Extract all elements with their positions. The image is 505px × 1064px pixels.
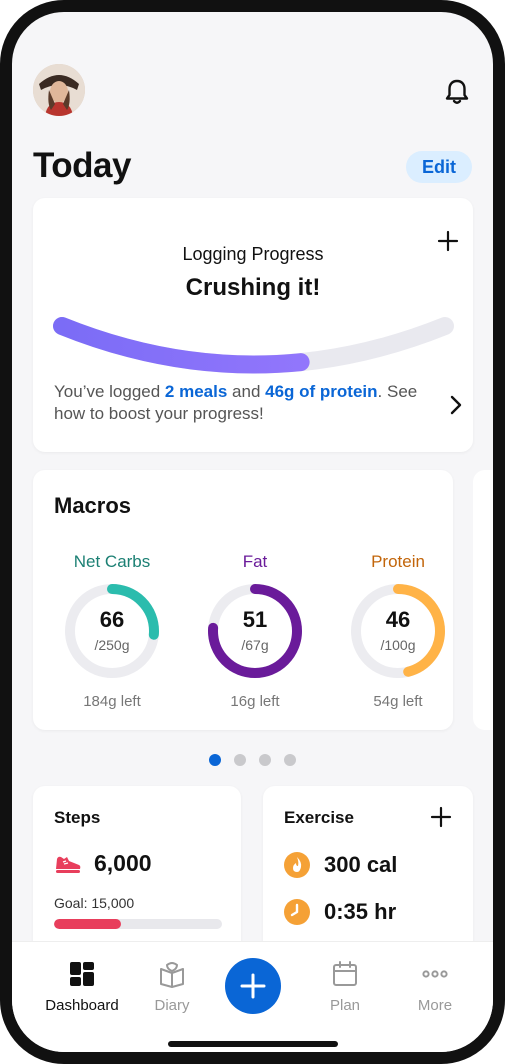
sneaker-icon [56, 856, 81, 873]
macros-card[interactable]: Macros Net Carbs 66/250g 184g left Fat 51/67… [33, 470, 453, 730]
chevron-right-icon[interactable] [447, 394, 465, 416]
logging-progress-arc [53, 317, 454, 374]
macro-name: Fat [242, 552, 268, 571]
steps-card[interactable]: Steps 6,000 Goal: 15,000 [33, 786, 241, 956]
add-exercise-icon[interactable] [430, 806, 452, 828]
macro-item[interactable]: Fat 51/67g 16g left [195, 552, 315, 710]
pager-dot[interactable] [234, 754, 246, 766]
plus-icon [240, 973, 266, 999]
logging-progress-card[interactable]: Logging Progress Crushing it! You’ve log… [33, 198, 473, 452]
add-button[interactable] [225, 958, 281, 1014]
clock-icon [284, 899, 310, 925]
exercise-title: Exercise [284, 808, 354, 827]
avatar[interactable] [33, 64, 85, 116]
tab-diary[interactable]: Diary [127, 960, 217, 1014]
dashboard-icon [70, 962, 94, 986]
macro-item[interactable]: Protein 46/100g 54g left [338, 552, 458, 710]
macro-goal: /100g [380, 637, 416, 653]
pager-dot[interactable] [259, 754, 271, 766]
tab-label: Diary [154, 997, 190, 1014]
macro-remaining: 16g left [230, 693, 280, 710]
steps-progress-bar [54, 919, 222, 929]
exercise-duration-row: 0:35 hr [284, 899, 396, 925]
logging-progress-message: You’ve logged 2 meals and 46g of protein… [54, 381, 424, 425]
macro-goal: /250g [94, 637, 130, 653]
macro-item[interactable]: Net Carbs 66/250g 184g left [52, 552, 172, 710]
macro-remaining: 54g left [373, 693, 423, 710]
macro-ring: 51/67g [207, 583, 303, 679]
exercise-duration: 0:35 hr [324, 899, 397, 924]
exercise-calories-row: 300 cal [284, 852, 397, 878]
macro-goal: /67g [241, 637, 269, 653]
steps-value: 6,000 [94, 850, 152, 876]
protein-amount: 46g of protein [265, 382, 378, 401]
steps-progress-fill [54, 919, 122, 929]
macro-remaining: 184g left [83, 693, 141, 710]
steps-goal: Goal: 15,000 [54, 895, 135, 911]
tab-label: Dashboard [45, 997, 119, 1014]
phone-frame: Today Edit Logging Progress Crushing it!… [0, 0, 505, 1064]
tab-label: Plan [329, 997, 361, 1014]
macro-value: 66 [99, 607, 125, 632]
macro-value: 46 [385, 607, 411, 632]
more-icon [422, 970, 448, 978]
page-title: Today [33, 146, 131, 185]
exercise-calories: 300 cal [324, 852, 398, 877]
macro-name: Net Carbs [73, 552, 151, 571]
logging-progress-title: Logging Progress [182, 244, 324, 264]
bell-icon[interactable] [441, 76, 473, 108]
next-card-peek[interactable] [473, 470, 493, 730]
tab-label: More [417, 997, 453, 1014]
steps-title: Steps [54, 808, 101, 827]
carousel-pager[interactable] [209, 754, 296, 766]
edit-button[interactable]: Edit [406, 151, 472, 183]
pager-dot[interactable] [284, 754, 296, 766]
macro-ring: 46/100g [350, 583, 446, 679]
message-prefix: You’ve logged [54, 382, 165, 401]
macro-name: Protein [371, 552, 425, 571]
tab-plan[interactable]: Plan [300, 960, 390, 1014]
tab-dashboard[interactable]: Dashboard [37, 960, 127, 1014]
flame-icon [284, 852, 310, 878]
dashboard-screen: Today Edit Logging Progress Crushing it!… [12, 12, 493, 1052]
message-mid: and [227, 382, 266, 401]
tab-more[interactable]: More [390, 960, 480, 1014]
calendar-icon [333, 961, 357, 986]
diary-icon [160, 962, 184, 988]
home-indicator [168, 1041, 338, 1047]
macro-value: 51 [242, 607, 268, 632]
pager-dot[interactable] [209, 754, 221, 766]
exercise-card[interactable]: Exercise 300 cal 0:35 hr [263, 786, 473, 956]
meals-count: 2 meals [164, 382, 228, 401]
macro-ring: 66/250g [64, 583, 160, 679]
macros-title: Macros [54, 493, 132, 518]
steps-row: 6,000 [54, 850, 152, 877]
